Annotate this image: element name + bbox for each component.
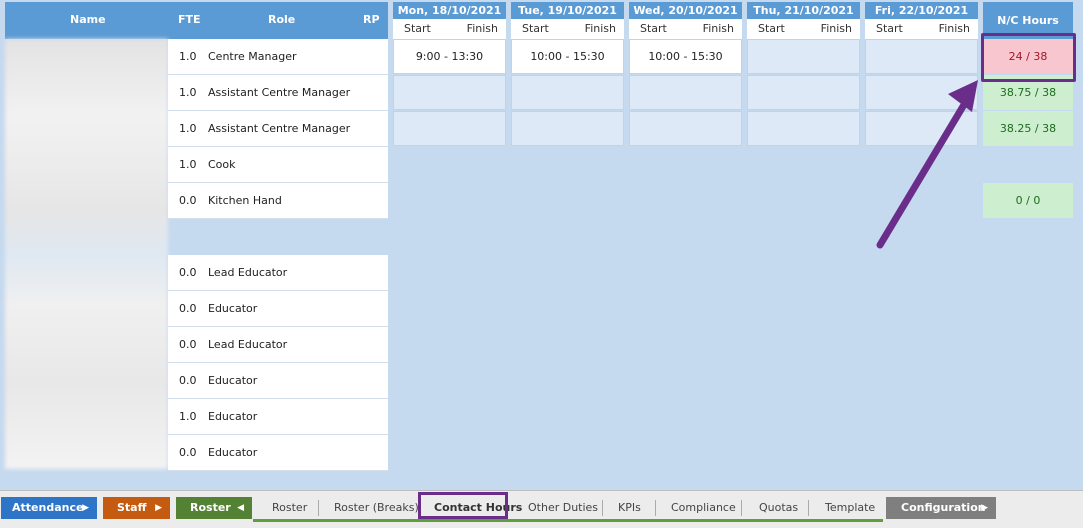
fte-value: 1.0 — [179, 122, 197, 135]
shift-cell[interactable]: 9:00 - 13:30 — [393, 39, 506, 74]
role-value: Assistant Centre Manager — [208, 122, 351, 135]
table-row[interactable]: 1.0 Cook — [168, 147, 388, 183]
table-row[interactable]: 0.0 Kitchen Hand — [168, 183, 388, 219]
table-row[interactable]: 0.0 Lead Educator — [168, 327, 388, 363]
subtab-roster-breaks[interactable]: Roster (Breaks) — [334, 498, 419, 518]
fte-value: 0.0 — [179, 338, 197, 351]
fte-value: 0.0 — [179, 194, 197, 207]
fte-value: 1.0 — [179, 410, 197, 423]
fte-value: 1.0 — [179, 50, 197, 63]
contact-hours-highlight-box — [418, 492, 508, 519]
table-row[interactable]: 0.0 Educator — [168, 435, 388, 471]
tab-attendance[interactable]: Attendance ▶ — [1, 497, 97, 519]
role-value: Centre Manager — [208, 50, 297, 63]
staff-header: Name FTE Role RP — [5, 2, 388, 39]
table-row[interactable]: 1.0 Assistant Centre Manager — [168, 111, 388, 147]
table-row[interactable]: 1.0 Centre Manager — [168, 39, 388, 75]
table-row[interactable]: 0.0 Educator — [168, 291, 388, 327]
subtab-kpis[interactable]: KPIs — [618, 498, 641, 518]
fte-value: 0.0 — [179, 266, 197, 279]
role-header: Role — [268, 13, 296, 26]
tab-roster[interactable]: Roster ◀ — [176, 497, 252, 519]
fte-header: FTE — [178, 13, 201, 26]
staff-names-redacted — [5, 39, 168, 469]
fte-value: 0.0 — [179, 374, 197, 387]
nc-hours-value: 0 / 0 — [983, 183, 1073, 218]
shift-cell[interactable] — [393, 111, 506, 146]
role-value: Kitchen Hand — [208, 194, 282, 207]
shift-cell[interactable] — [747, 111, 860, 146]
annotation-arrow-icon — [876, 80, 978, 249]
name-header: Name — [70, 13, 106, 26]
role-value: Educator — [208, 410, 258, 423]
day-header-thu: Thu, 21/10/2021 Start Finish — [747, 2, 860, 39]
day-header-tue: Tue, 19/10/2021 Start Finish — [511, 2, 624, 39]
role-value: Educator — [208, 374, 258, 387]
caret-right-icon: ▶ — [82, 503, 89, 513]
subtab-roster[interactable]: Roster — [272, 498, 307, 518]
shift-cell[interactable] — [747, 39, 860, 74]
shift-cell[interactable] — [629, 111, 742, 146]
shift-cell[interactable] — [511, 111, 624, 146]
roster-group-underline — [253, 519, 883, 522]
day-header-mon: Mon, 18/10/2021 Start Finish — [393, 2, 506, 39]
table-row[interactable]: 0.0 Educator — [168, 363, 388, 399]
caret-right-icon: ▶ — [981, 503, 988, 513]
fte-value: 0.0 — [179, 302, 197, 315]
shift-cell[interactable] — [511, 75, 624, 110]
nc-hours-value: 38.25 / 38 — [983, 111, 1073, 146]
subtab-template[interactable]: Template — [825, 498, 875, 518]
rp-header: RP — [363, 13, 380, 26]
role-value: Lead Educator — [208, 338, 288, 351]
shift-cell[interactable] — [629, 75, 742, 110]
caret-left-icon: ◀ — [237, 503, 244, 513]
shift-cell[interactable]: 10:00 - 15:30 — [629, 39, 742, 74]
role-value: Lead Educator — [208, 266, 288, 279]
subtab-quotas[interactable]: Quotas — [759, 498, 798, 518]
fte-value: 1.0 — [179, 158, 197, 171]
tab-configuration[interactable]: Configuration ▶ — [886, 497, 996, 519]
roster-sheet: Name FTE Role RP Mon, 18/10/2021 Start F… — [0, 0, 1083, 490]
table-row[interactable]: 1.0 Assistant Centre Manager — [168, 75, 388, 111]
shift-cell[interactable] — [393, 75, 506, 110]
subtab-compliance[interactable]: Compliance — [671, 498, 736, 518]
sheet-tab-bar: Attendance ▶ Staff ▶ Roster ◀ Roster Ros… — [0, 490, 1083, 528]
shift-cell[interactable]: 10:00 - 15:30 — [511, 39, 624, 74]
table-row[interactable]: 0.0 Lead Educator — [168, 255, 388, 291]
shift-cell[interactable] — [865, 39, 978, 74]
caret-right-icon: ▶ — [155, 503, 162, 513]
day-header-wed: Wed, 20/10/2021 Start Finish — [629, 2, 742, 39]
nc-highlight-box — [981, 33, 1076, 82]
role-value: Educator — [208, 446, 258, 459]
role-value: Educator — [208, 302, 258, 315]
role-value: Cook — [208, 158, 236, 171]
day-header-fri: Fri, 22/10/2021 Start Finish — [865, 2, 978, 39]
fte-value: 0.0 — [179, 446, 197, 459]
table-row[interactable]: 1.0 Educator — [168, 399, 388, 435]
subtab-other-duties[interactable]: Other Duties — [528, 498, 598, 518]
shift-cell[interactable] — [747, 75, 860, 110]
role-value: Assistant Centre Manager — [208, 86, 351, 99]
fte-value: 1.0 — [179, 86, 197, 99]
tab-staff[interactable]: Staff ▶ — [103, 497, 170, 519]
